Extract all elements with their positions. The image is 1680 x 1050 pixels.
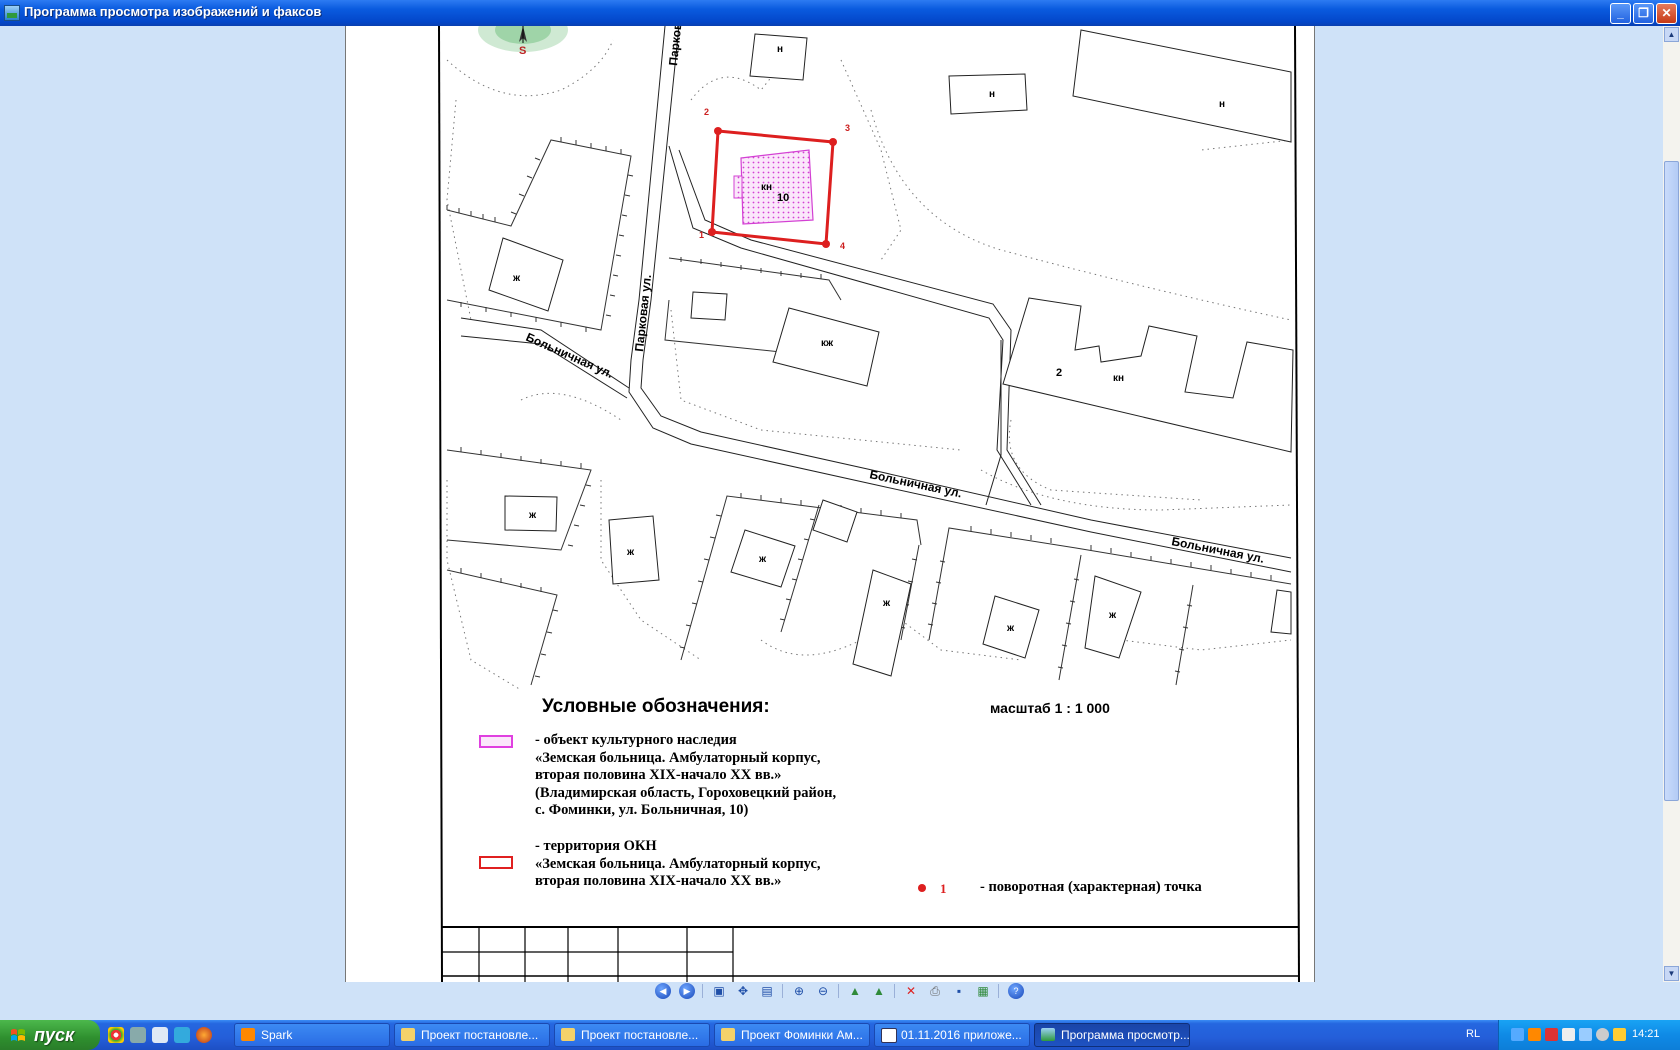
svg-text:кн: кн [761,182,772,193]
rotate-counterclockwise-icon[interactable]: ▲ [870,983,888,999]
folder-icon [721,1028,735,1041]
app-icon[interactable] [130,1027,146,1043]
legend-heritage-swatch [479,735,513,748]
image-viewer-icon [4,5,20,21]
scroll-down-icon[interactable]: ▼ [1664,966,1679,981]
legend-title: Условные обозначения: [542,696,770,717]
svg-text:10: 10 [777,192,789,204]
svg-text:ж: ж [1006,623,1015,634]
svg-text:н: н [1219,99,1225,110]
clock[interactable]: 14:21 [1632,1028,1660,1040]
display-tray-icon[interactable] [1579,1028,1592,1041]
taskbar-item-folder-2[interactable]: Проект постановле... [554,1023,710,1047]
svg-text:ж: ж [758,554,767,565]
svg-text:Больничная ул.: Больничная ул. [524,330,616,381]
actual-size-icon[interactable]: ✥ [734,983,752,999]
svg-text:кж: кж [821,338,834,349]
svg-text:4: 4 [840,241,845,251]
rotate-clockwise-icon[interactable]: ▲ [846,983,864,999]
scrollbar-thumb[interactable] [1664,161,1679,801]
taskbar-item-image-viewer[interactable]: Программа просмотр... [1034,1023,1190,1047]
window-title: Программа просмотра изображений и факсов [24,4,322,19]
antivirus-tray-icon[interactable] [1545,1028,1558,1041]
compass-letter: S [519,45,526,57]
svg-text:1: 1 [699,230,704,240]
zoom-out-icon[interactable]: ⊖ [814,983,832,999]
svg-text:ж: ж [626,547,635,558]
best-fit-icon[interactable]: ▣ [710,983,728,999]
vertical-scrollbar[interactable]: ▲ ▼ [1663,26,1680,982]
start-label: пуск [34,1025,75,1045]
legend-point-text: - поворотная (характерная) точка [980,879,1202,895]
compass-icon: S [478,26,568,57]
svg-text:3: 3 [845,123,850,133]
next-image-icon[interactable]: ▶ [679,983,695,999]
open-editor-icon[interactable]: ▦ [974,983,992,999]
scale-label: масштаб 1 : 1 000 [990,700,1110,716]
security-shield-icon[interactable] [1613,1028,1626,1041]
legend-heritage-text: - объект культурного наследия «Земская б… [535,732,837,818]
svg-text:2: 2 [1056,367,1062,379]
windows-logo-icon [11,1029,25,1041]
minimize-button[interactable]: _ [1610,3,1631,24]
taskbar-item-spark[interactable]: Spark [234,1023,390,1047]
scroll-up-icon[interactable]: ▲ [1664,27,1679,42]
maximize-button[interactable]: ❐ [1633,3,1654,24]
svg-text:ж: ж [528,510,537,521]
svg-text:кн: кн [1113,373,1124,384]
taskbar: пуск Spark Проект постановле... Проект п… [0,1020,1680,1050]
svg-text:Парков: Парков [666,26,684,66]
svg-text:ж: ж [512,273,521,284]
firefox-icon[interactable] [196,1027,212,1043]
svg-text:2: 2 [704,107,709,117]
taskbar-item-folder-1[interactable]: Проект постановле... [394,1023,550,1047]
svg-text:Парковая ул.: Парковая ул. [632,274,654,353]
buildings [488,29,1294,677]
prev-image-icon[interactable]: ◀ [655,983,671,999]
folder-icon [561,1028,575,1041]
help-icon[interactable]: ? [1008,983,1024,999]
cadastral-map: S 1 2 3 4 Парков Парковая ул. Больничная… [438,26,1300,982]
document-page: S 1 2 3 4 Парков Парковая ул. Больничная… [345,26,1315,982]
image-viewport[interactable]: S 1 2 3 4 Парков Парковая ул. Больничная… [0,26,1680,982]
folder-icon [401,1028,415,1041]
save-icon[interactable]: ▪ [950,983,968,999]
clock-tray-icon[interactable] [1596,1028,1609,1041]
taskbar-item-document[interactable]: 01.11.2016 приложе... [874,1023,1030,1047]
image-viewer-icon [1041,1028,1055,1041]
taskbar-item-folder-3[interactable]: Проект Фоминки Ам... [714,1023,870,1047]
network-icon[interactable] [152,1027,168,1043]
svg-text:Больничная ул.: Больничная ул. [1170,534,1265,566]
close-button[interactable]: ✕ [1656,3,1677,24]
language-indicator[interactable]: RL [1466,1028,1480,1040]
title-bar[interactable]: Программа просмотра изображений и факсов… [0,0,1680,26]
start-button[interactable]: пуск [0,1020,100,1050]
svg-text:ж: ж [1108,610,1117,621]
svg-text:ж: ж [882,598,891,609]
flame-icon [241,1028,255,1041]
svg-text:н: н [989,89,995,100]
network-tray-icon[interactable] [1511,1028,1524,1041]
volume-icon[interactable] [1562,1028,1575,1041]
ie-icon[interactable] [174,1027,190,1043]
flame-tray-icon[interactable] [1528,1028,1541,1041]
print-icon[interactable]: ⎙ [926,983,944,999]
legend-territory-swatch [479,856,513,869]
chrome-icon[interactable] [108,1027,124,1043]
svg-text:1: 1 [940,881,947,896]
delete-icon[interactable]: ✕ [902,983,920,999]
zoom-in-icon[interactable]: ⊕ [790,983,808,999]
document-icon [881,1028,897,1043]
legend-point-marker: 1 [918,881,947,896]
svg-text:н: н [777,44,783,55]
slideshow-icon[interactable]: ▤ [758,983,776,999]
svg-text:Больничная ул.: Больничная ул. [868,467,963,500]
heritage-object [733,149,814,225]
legend-territory-text: - территория ОКН «Земская больница. Амбу… [535,838,821,889]
viewer-toolbar: ◀ ▶ ▣ ✥ ▤ ⊕ ⊖ ▲ ▲ ✕ ⎙ ▪ ▦ ? [0,982,1680,1000]
